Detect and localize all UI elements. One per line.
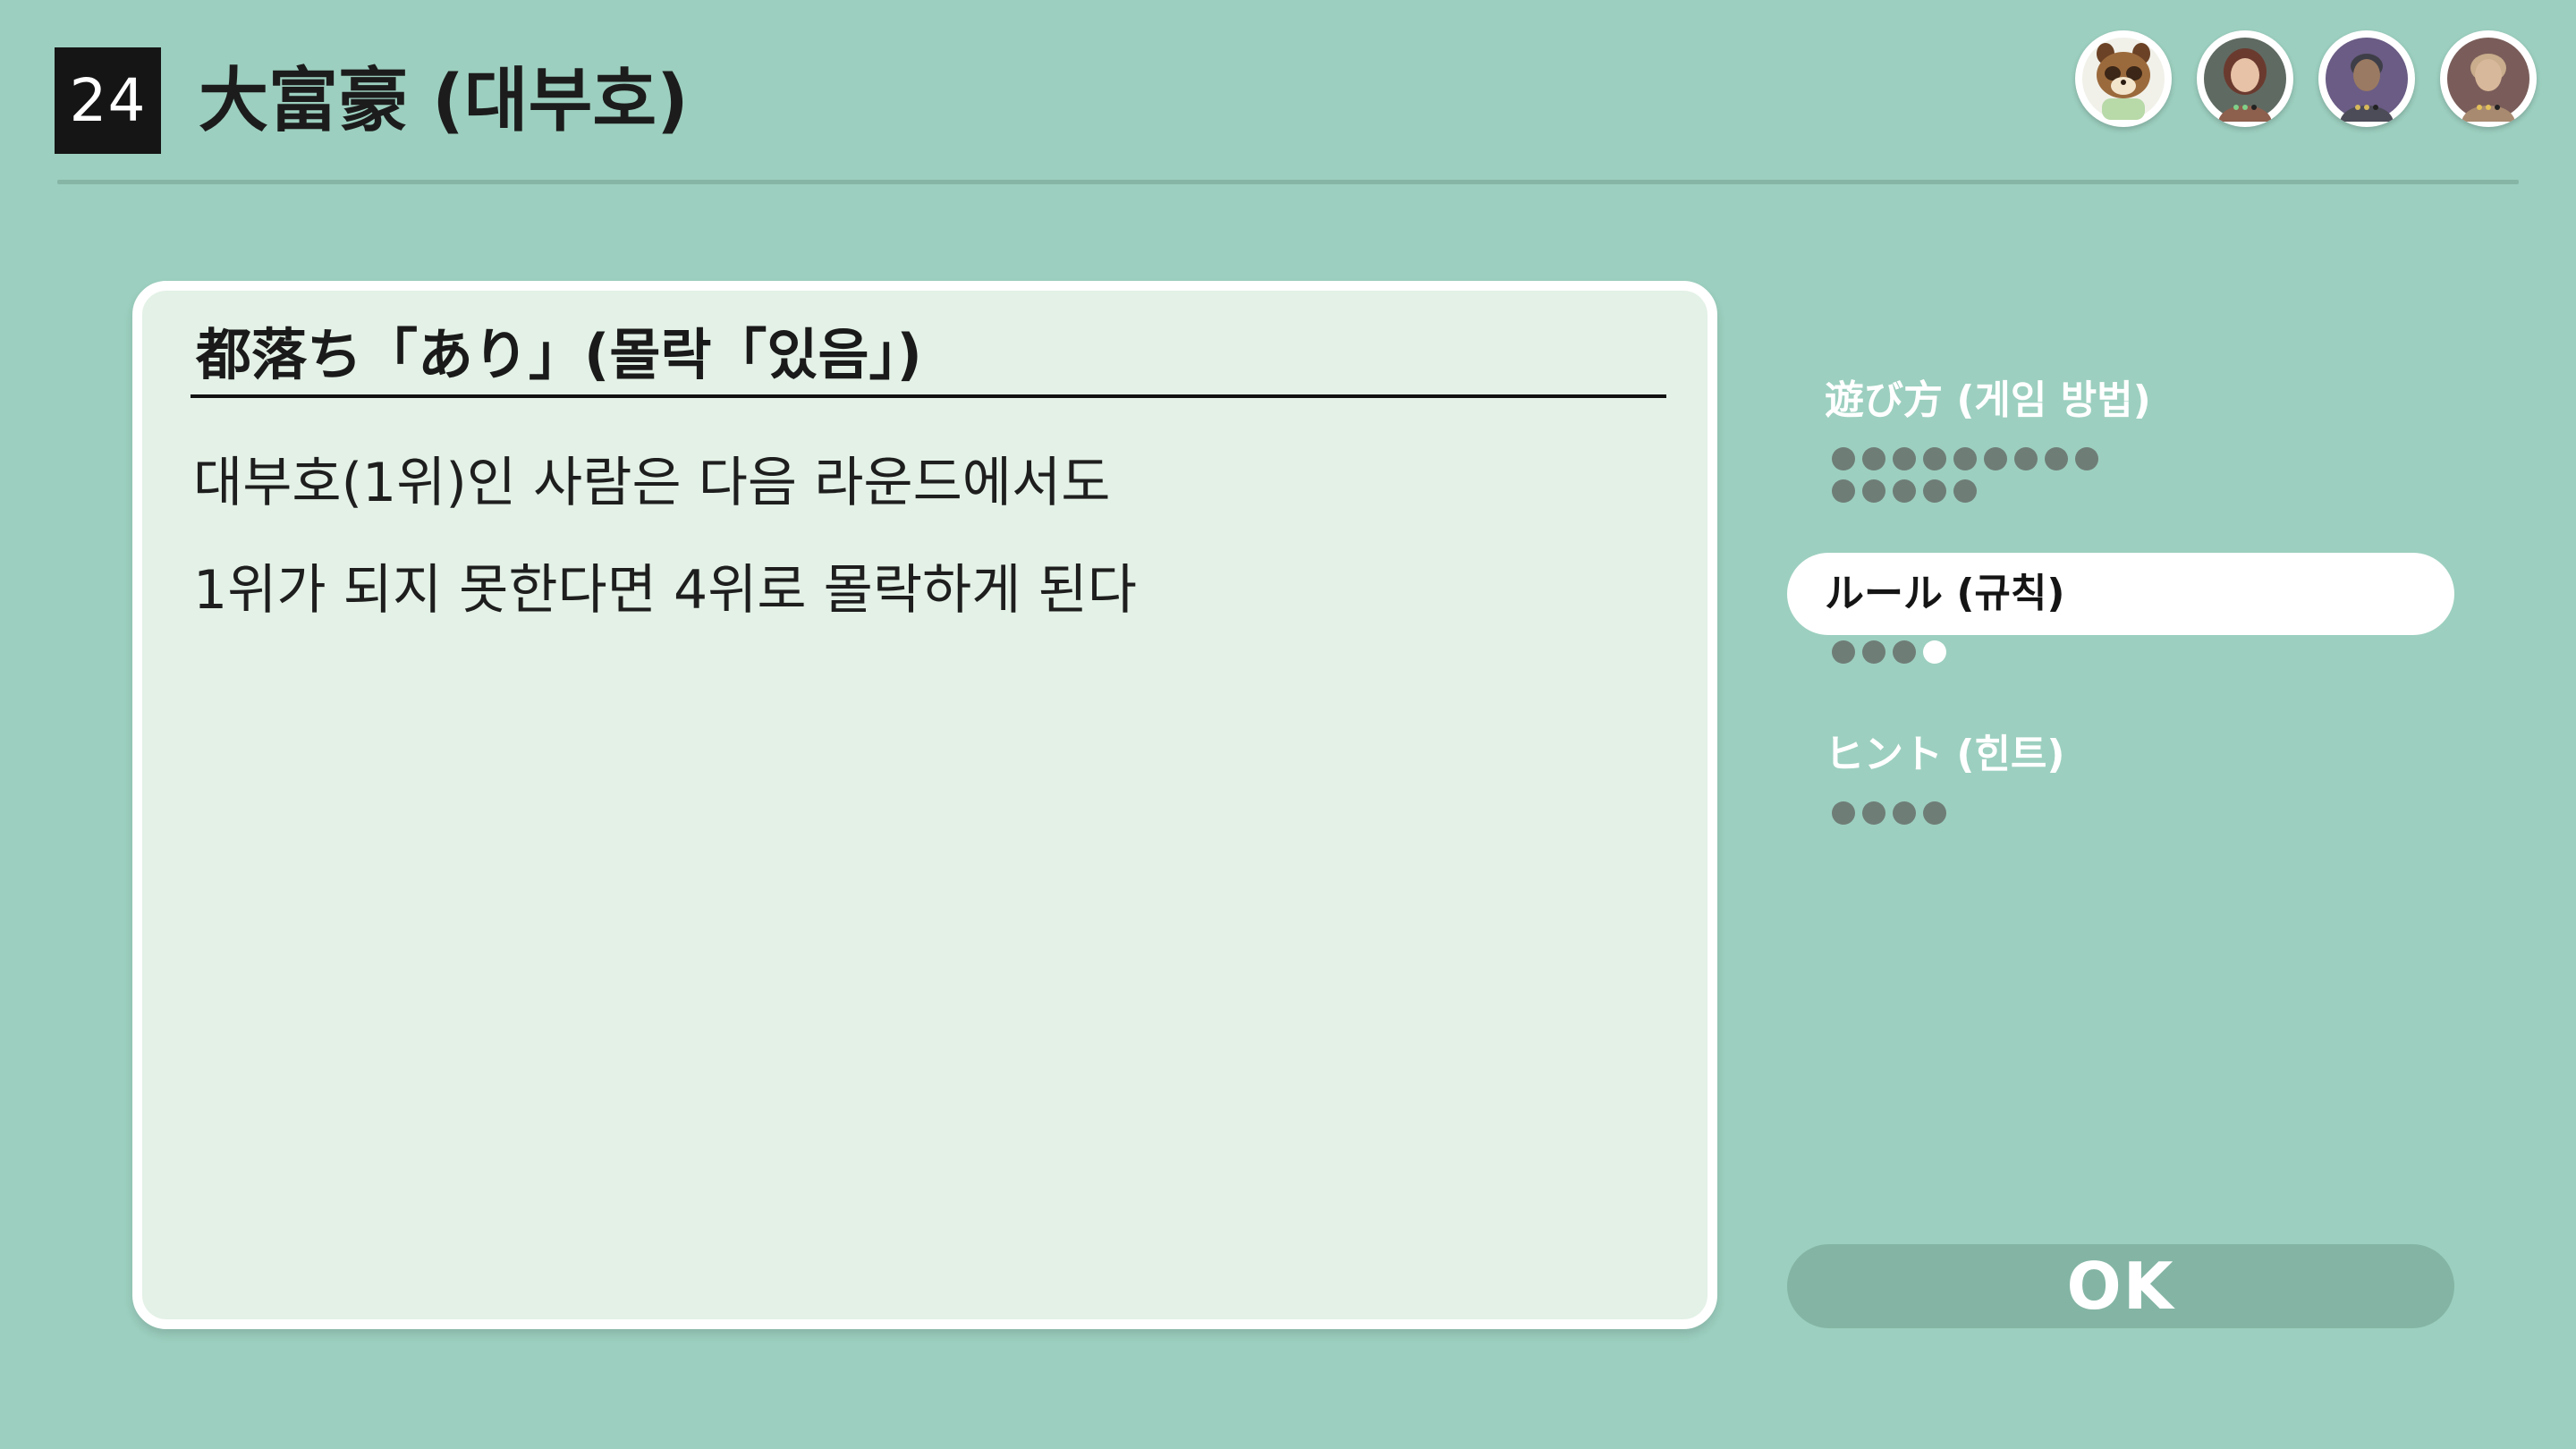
page-dot — [1862, 801, 1885, 825]
page-dot — [1893, 447, 1916, 470]
page-dot — [2014, 447, 2038, 470]
page-dot — [1832, 447, 1855, 470]
section-rules[interactable]: ルール (규칙) — [1787, 553, 2454, 664]
player-avatar-icon-1 — [2197, 30, 2293, 127]
page-dot — [1893, 479, 1916, 503]
rule-text-line: 1위가 되지 못한다면 4위로 몰락하게 된다 — [193, 559, 1137, 622]
game-number-badge: 24 — [55, 47, 161, 154]
rule-title: 都落ち「あり」(몰락「있음」) — [196, 322, 922, 387]
page-dots — [1787, 801, 2109, 825]
page-dot — [1832, 479, 1855, 503]
page-dot — [1893, 640, 1916, 664]
page-dots — [1787, 640, 2109, 664]
page-dot — [1862, 479, 1885, 503]
rule-text-line: 대부호(1위)인 사람은 다음 라운드에서도 — [193, 452, 1111, 514]
header-divider — [57, 180, 2519, 184]
page-dot — [1953, 479, 1977, 503]
page-dot — [1893, 801, 1916, 825]
section-hints[interactable]: ヒント (힌트) — [1787, 714, 2454, 825]
ok-button[interactable]: OK — [1787, 1244, 2454, 1328]
player-avatar-icon-2 — [2318, 30, 2415, 127]
section-label-hints[interactable]: ヒント (힌트) — [1787, 714, 2454, 796]
section-label-rules[interactable]: ルール (규칙) — [1787, 553, 2454, 635]
player-avatars — [2075, 30, 2537, 127]
page-dot — [2045, 447, 2068, 470]
page-dot — [2075, 447, 2098, 470]
game-title: 大富豪 (대부호) — [199, 61, 689, 141]
tanuki-avatar-icon — [2075, 30, 2172, 127]
page-dot — [1862, 640, 1885, 664]
section-label-how-to-play[interactable]: 遊び方 (게임 방법) — [1787, 360, 2454, 442]
page-dot — [1923, 479, 1946, 503]
page-dot-current — [1923, 640, 1946, 664]
rule-card: 都落ち「あり」(몰락「있음」) 대부호(1위)인 사람은 다음 라운드에서도 1… — [132, 281, 1717, 1329]
rule-description: 대부호(1위)인 사람은 다음 라운드에서도 1위가 되지 못한다면 4위로 몰… — [193, 429, 1654, 644]
page-dot — [1923, 801, 1946, 825]
rules-screen: 24 大富豪 (대부호) 都落ち「あり」(몰락「있음」) 대부호(1위)인 사람… — [0, 0, 2576, 1449]
page-dot — [1862, 447, 1885, 470]
page-dots — [1787, 447, 2109, 503]
page-dot — [1923, 447, 1946, 470]
page-dot — [1984, 447, 2007, 470]
section-how-to-play[interactable]: 遊び方 (게임 방법) — [1787, 360, 2454, 503]
page-dot — [1832, 801, 1855, 825]
page-dot — [1953, 447, 1977, 470]
page-dot — [1832, 640, 1855, 664]
player-avatar-icon-3 — [2440, 30, 2537, 127]
rule-title-underline — [191, 394, 1666, 398]
